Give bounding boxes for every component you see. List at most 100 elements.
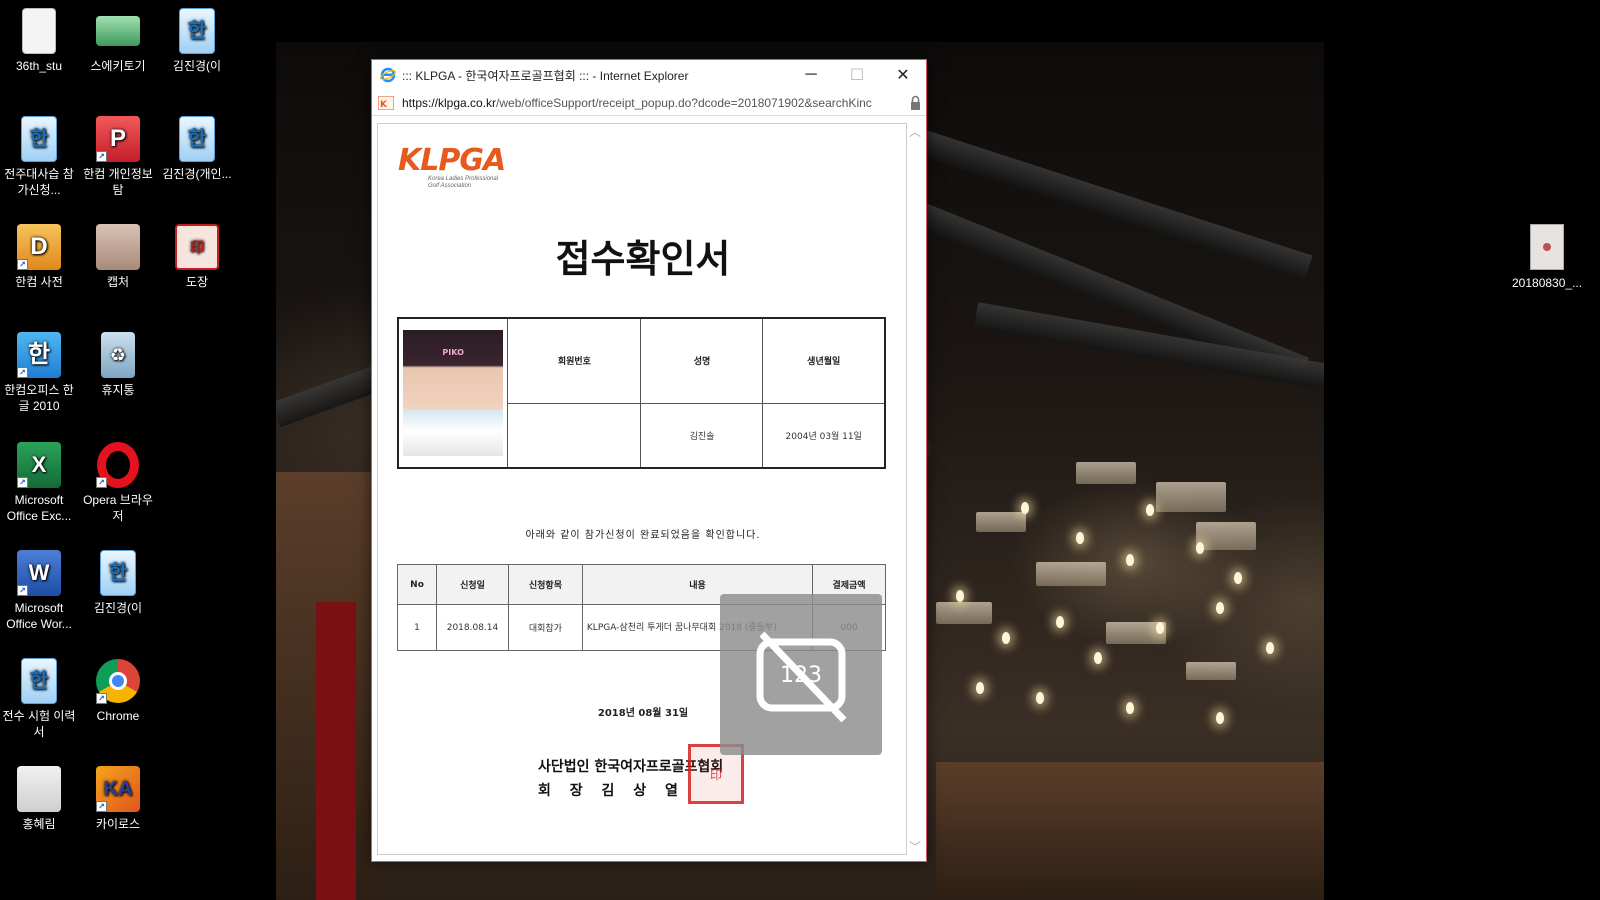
desktop-icon-36th-stu[interactable]: 36th_stu bbox=[0, 8, 78, 74]
hwp-file-icon: 한 bbox=[100, 550, 136, 596]
desktop-icon-kimjinkyung-1[interactable]: 한 김진경(이 bbox=[158, 8, 236, 74]
value-birth: 2004년 03월 11일 bbox=[762, 402, 886, 469]
scroll-down-icon[interactable]: ﹀ bbox=[909, 838, 921, 855]
window-title: ::: KLPGA - 한국여자프로골프협회 ::: - Internet Ex… bbox=[402, 68, 689, 83]
header-member-no: 회원번호 bbox=[507, 317, 642, 404]
logo-text: KLPGA bbox=[398, 143, 506, 178]
shortcut-arrow-icon: ↗ bbox=[96, 801, 107, 812]
desktop-icon-label: Opera 브라우저 bbox=[83, 493, 153, 523]
image-icon bbox=[96, 8, 140, 54]
url-path: /web/officeSupport/receipt_popup.do?dcod… bbox=[496, 95, 872, 110]
member-photo: PIKO bbox=[403, 330, 504, 456]
hwp-file-icon: 한 bbox=[179, 8, 215, 54]
photo-cap-text: PIKO bbox=[442, 348, 464, 357]
shortcut-arrow-icon: ↗ bbox=[96, 477, 107, 488]
desktop-icon-label: Microsoft Office Exc... bbox=[6, 493, 72, 523]
word-icon: W ↗ bbox=[17, 550, 61, 596]
value-member-no bbox=[507, 402, 642, 469]
desktop-icon-label: 한컴오피스 한글 2010 bbox=[4, 383, 74, 413]
desktop-icon-resume[interactable]: 한 전수 시험 이력서 bbox=[0, 658, 78, 740]
desktop-icon-label: 전수 시험 이력서 bbox=[2, 709, 76, 739]
col-item: 신청항목 bbox=[507, 564, 583, 605]
opera-icon: ↗ bbox=[96, 442, 140, 488]
desktop-icon-opera[interactable]: ↗ Opera 브라우저 bbox=[79, 442, 157, 524]
document-icon bbox=[22, 8, 56, 54]
member-info-table: PIKO 회원번호 성명 생년월일 김진솔 2004년 03월 11일 bbox=[397, 317, 886, 469]
photo-icon bbox=[17, 766, 61, 812]
lock-icon[interactable] bbox=[904, 95, 926, 111]
hwp-file-icon: 한 bbox=[21, 658, 57, 704]
desktop-icon-label: 카이로스 bbox=[95, 817, 141, 831]
row-date: 2018.08.14 bbox=[436, 604, 509, 651]
desktop-icon-sueki[interactable]: 스에키토기 bbox=[79, 8, 157, 74]
hancom-office-icon: 한 ↗ bbox=[17, 332, 61, 378]
maximize-button[interactable]: ☐ bbox=[834, 60, 880, 90]
chrome-icon: ↗ bbox=[96, 658, 140, 704]
address-bar[interactable]: K https://klpga.co.kr/web/officeSupport/… bbox=[372, 90, 926, 116]
desktop-icon-hancom-privacy[interactable]: P ↗ 한컴 개인정보탐 bbox=[79, 116, 157, 198]
desktop-icon-excel[interactable]: X ↗ Microsoft Office Exc... bbox=[0, 442, 78, 524]
desktop-icon-seal[interactable]: 印 도장 bbox=[158, 224, 236, 290]
header-name: 성명 bbox=[640, 317, 764, 404]
hancom-privacy-icon: P ↗ bbox=[96, 116, 140, 162]
overlay-text: 123 bbox=[780, 663, 822, 688]
desktop-icon-label: Chrome bbox=[96, 709, 140, 723]
desktop-icon-capture[interactable]: 캡처 bbox=[79, 224, 157, 290]
desktop: 36th_stu 스에키토기 한 김진경(이 한 전주대사습 참가신청... P… bbox=[0, 0, 1600, 900]
photo-icon bbox=[96, 224, 140, 270]
vertical-scrollbar[interactable]: ︿ ﹀ bbox=[907, 123, 923, 855]
col-no: No bbox=[396, 564, 438, 605]
close-button[interactable]: ✕ bbox=[880, 60, 926, 90]
desktop-icon-label: 20180830_... bbox=[1512, 276, 1583, 290]
desktop-icon-label: 김진경(개인... bbox=[162, 167, 232, 181]
internet-explorer-icon bbox=[380, 67, 396, 83]
chairman-line: 회 장 김 상 열 bbox=[538, 783, 678, 799]
no-screenshot-icon: 123 bbox=[756, 631, 847, 722]
desktop-icon-label: 김진경(이 bbox=[93, 601, 143, 615]
url-text[interactable]: https://klpga.co.kr/web/officeSupport/re… bbox=[402, 96, 904, 110]
klpga-logo: KLPGA Korea Ladies Professional Golf Ass… bbox=[398, 146, 528, 192]
logo-sub-2: Golf Association bbox=[428, 183, 472, 189]
shortcut-arrow-icon: ↗ bbox=[17, 367, 28, 378]
hancom-dictionary-icon: D ↗ bbox=[17, 224, 61, 270]
seal-icon: 印 bbox=[175, 224, 219, 270]
url-domain: https://klpga.co.kr bbox=[402, 95, 497, 110]
desktop-icon-label: 휴지통 bbox=[101, 383, 135, 397]
desktop-icon-kimjinkyung-3[interactable]: 한 김진경(이 bbox=[79, 550, 157, 616]
row-no: 1 bbox=[396, 604, 438, 651]
excel-icon: X ↗ bbox=[17, 442, 61, 488]
shortcut-arrow-icon: ↗ bbox=[17, 477, 28, 488]
site-favicon-icon: K bbox=[378, 95, 394, 110]
hwp-file-icon: 한 bbox=[179, 116, 215, 162]
desktop-icon-label: 한컴 개인정보탐 bbox=[83, 167, 153, 197]
minimize-button[interactable]: ─ bbox=[788, 60, 834, 90]
desktop-icon-kimjinkyung-2[interactable]: 한 김진경(개인... bbox=[158, 116, 236, 182]
hwp-file-icon: 한 bbox=[21, 116, 57, 162]
desktop-icon-honghyerim[interactable]: 홍혜림 bbox=[0, 766, 78, 832]
document-title: 접수확인서 bbox=[555, 237, 731, 281]
desktop-icon-label: 도장 bbox=[185, 275, 209, 289]
member-photo-cell: PIKO bbox=[397, 317, 509, 469]
shortcut-arrow-icon: ↗ bbox=[17, 259, 28, 270]
desktop-icon-word[interactable]: W ↗ Microsoft Office Wor... bbox=[0, 550, 78, 632]
desktop-file-20180830[interactable]: 20180830_... bbox=[1512, 224, 1582, 290]
desktop-icon-jeonju[interactable]: 한 전주대사습 참가신청... bbox=[0, 116, 78, 198]
recycle-bin-icon: ♻ bbox=[101, 332, 135, 378]
desktop-icon-label: 한컴 사전 bbox=[15, 275, 63, 289]
desktop-icon-label: Microsoft Office Wor... bbox=[6, 601, 72, 631]
scroll-up-icon[interactable]: ︿ bbox=[909, 123, 921, 140]
desktop-icon-chrome[interactable]: ↗ Chrome bbox=[79, 658, 157, 724]
desktop-icon-hancom-dict[interactable]: D ↗ 한컴 사전 bbox=[0, 224, 78, 290]
row-item: 대회참가 bbox=[507, 604, 583, 651]
stamp-text: 印 bbox=[709, 767, 722, 782]
desktop-icon-hancom-office[interactable]: 한 ↗ 한컴오피스 한글 2010 bbox=[0, 332, 78, 414]
desktop-icon-recycle-bin[interactable]: ♻ 휴지통 bbox=[79, 332, 157, 398]
shortcut-arrow-icon: ↗ bbox=[96, 693, 107, 704]
shortcut-arrow-icon: ↗ bbox=[96, 151, 107, 162]
kairos-icon: KA ↗ bbox=[96, 766, 140, 812]
capture-block-overlay: 123 bbox=[720, 594, 882, 755]
desktop-icon-label: 스에키토기 bbox=[90, 59, 146, 73]
window-titlebar[interactable]: ::: KLPGA - 한국여자프로골프협회 ::: - Internet Ex… bbox=[372, 60, 926, 90]
desktop-icon-kairos[interactable]: KA ↗ 카이로스 bbox=[79, 766, 157, 832]
desktop-icon-label: 홍혜림 bbox=[22, 817, 56, 831]
